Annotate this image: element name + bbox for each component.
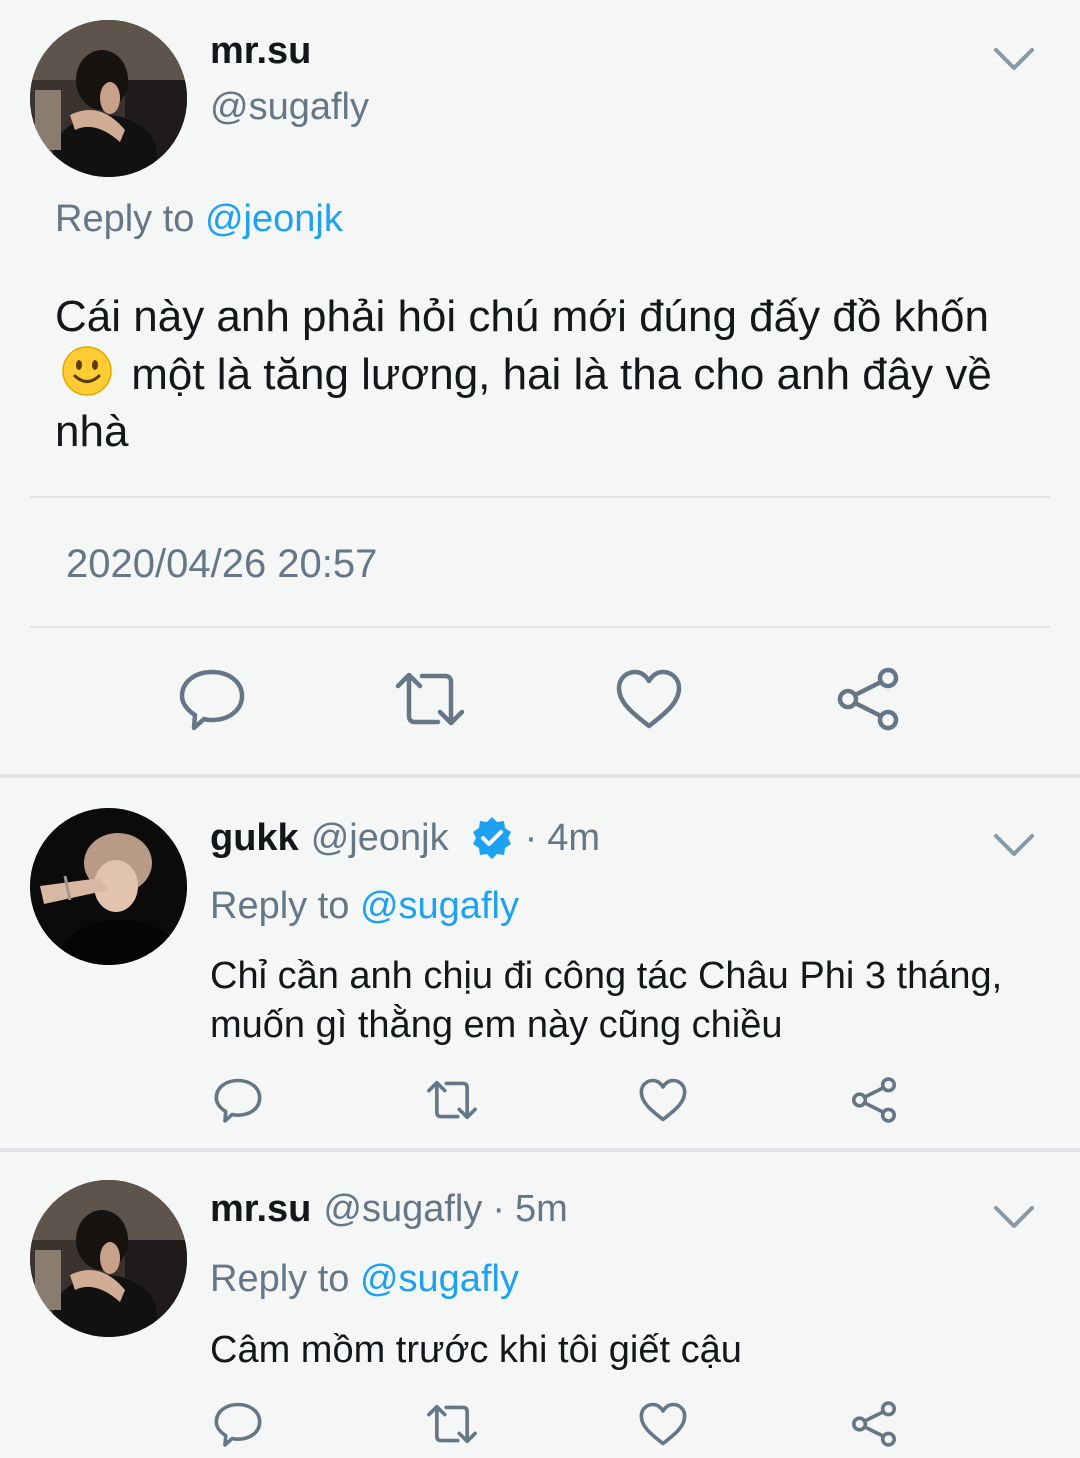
avatar-photo [30,20,187,177]
chevron-down-icon[interactable] [992,44,1036,74]
avatar[interactable] [30,1180,187,1337]
tweet-text-part1: Cái này anh phải hỏi chú mới đúng đấy đồ… [55,292,989,341]
avatar-photo [30,808,187,965]
tweet-text: Cái này anh phải hỏi chú mới đúng đấy đồ… [55,288,1045,460]
avatar[interactable] [30,20,187,177]
tweet-text-part2: một là tăng lương, hai là tha cho anh đâ… [55,350,992,456]
tweet-thread-screen: mr.su @sugafly Reply to @jeonjk Cái này … [0,0,1080,1458]
tweet-timestamp: 2020/04/26 20:57 [66,542,378,586]
divider [30,496,1050,498]
tweet-text: Câm mồm trước khi tôi giết cậu [210,1329,742,1371]
avatar-photo [30,1180,187,1337]
share-icon[interactable] [832,666,904,732]
main-tweet: mr.su @sugafly Reply to @jeonjk Cái này … [0,0,1080,776]
separator-dot: · [524,816,538,859]
user-handle[interactable]: @sugafly [210,86,369,129]
display-name[interactable]: mr.su [210,30,311,73]
display-name[interactable]: mr.su [210,1188,311,1231]
retweet-icon[interactable] [394,666,466,732]
reply-mention-link[interactable]: @sugafly [360,1258,519,1300]
user-handle[interactable]: @sugafly [323,1188,482,1231]
reply-to-label: Reply to [55,198,205,240]
reply-mention-link[interactable]: @sugafly [360,885,519,927]
like-icon[interactable] [637,1076,689,1124]
reply-header: gukk @jeonjk · 4m [210,815,600,861]
separator-dot: · [492,1188,506,1230]
relative-time[interactable]: 5m [515,1188,568,1231]
retweet-icon[interactable] [426,1400,478,1448]
reply-to-label: Reply to [210,1258,360,1300]
share-icon[interactable] [848,1076,900,1124]
avatar[interactable] [30,808,187,965]
reply-icon[interactable] [212,1076,264,1124]
reply-mention-link[interactable]: @jeonjk [205,198,343,240]
verified-badge-icon [469,815,515,861]
user-handle[interactable]: @jeonjk [311,817,449,860]
like-icon[interactable] [613,666,685,732]
chevron-down-icon[interactable] [992,1202,1036,1232]
reply-to-label: Reply to [210,885,360,927]
retweet-icon[interactable] [426,1076,478,1124]
reply-context: Reply to @sugafly [210,885,519,928]
chevron-down-icon[interactable] [992,830,1036,860]
divider [30,626,1050,628]
display-name[interactable]: gukk [210,817,299,860]
section-divider [0,1148,1080,1152]
section-divider [0,774,1080,778]
reply-header: mr.su @sugafly · 5m [210,1188,568,1231]
reply-context: Reply to @jeonjk [55,198,343,241]
reply-context: Reply to @sugafly [210,1258,519,1301]
like-icon[interactable] [637,1400,689,1448]
reply-icon[interactable] [176,666,248,732]
share-icon[interactable] [848,1400,900,1448]
slightly-smiling-face-icon [61,345,113,397]
tweet-text: Chỉ cần anh chịu đi công tác Châu Phi 3 … [210,955,1003,1046]
relative-time[interactable]: 4m [547,817,600,860]
reply-icon[interactable] [212,1400,264,1448]
